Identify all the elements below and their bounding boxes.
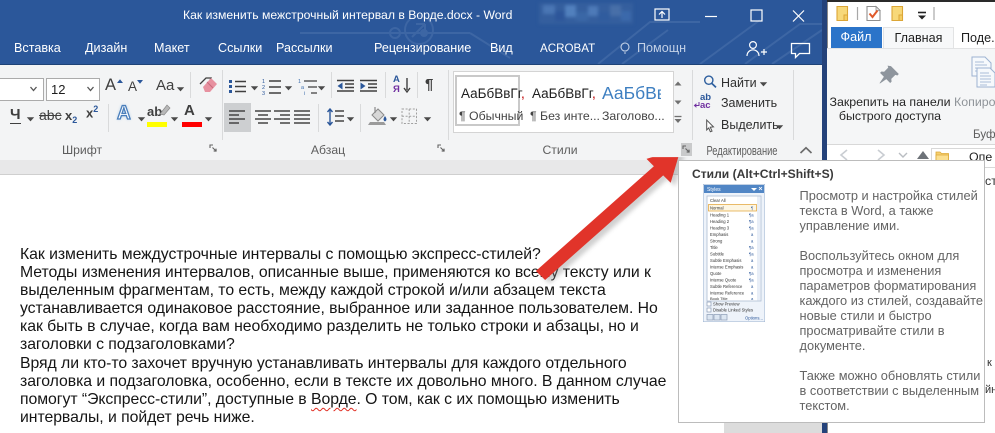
svg-text:Styles: Styles (707, 187, 721, 193)
svg-text:Disable Linked Styles: Disable Linked Styles (713, 308, 753, 313)
svg-text:Intense Quote: Intense Quote (710, 278, 737, 283)
svg-text:Heading 3: Heading 3 (710, 226, 730, 231)
svg-text:Subtle Reference: Subtle Reference (710, 284, 743, 289)
svg-text:Strong: Strong (710, 239, 723, 244)
svg-text:Title: Title (710, 245, 718, 250)
svg-text:¶a: ¶a (749, 213, 754, 218)
svg-text:¶a: ¶a (749, 252, 754, 257)
svg-text:Subtitle: Subtitle (710, 252, 725, 257)
svg-text:¶a: ¶a (749, 226, 754, 231)
svg-text:3: 3 (262, 91, 265, 95)
svg-text:Show Preview: Show Preview (713, 302, 741, 307)
svg-text:Intense Reference: Intense Reference (710, 291, 745, 296)
svg-text:Normal: Normal (710, 206, 724, 211)
svg-text:Clear All: Clear All (710, 198, 726, 203)
svg-text:¶a: ¶a (749, 219, 754, 224)
svg-text:Options...: Options... (745, 316, 763, 321)
svg-text:¶a: ¶a (749, 271, 754, 276)
svg-text:Quote: Quote (710, 271, 722, 276)
svg-text:Emphasis: Emphasis (710, 232, 728, 237)
svg-text:¶a: ¶a (749, 245, 754, 250)
svg-text:Heading 2: Heading 2 (710, 219, 730, 224)
svg-text:Intense Emphasis: Intense Emphasis (710, 265, 743, 270)
svg-text:i: i (304, 91, 305, 95)
svg-text:¶a: ¶a (749, 278, 754, 283)
svg-text:Heading 1: Heading 1 (710, 213, 730, 218)
svg-text:Book Title: Book Title (710, 296, 728, 301)
svg-text:Subtle Emphasis: Subtle Emphasis (710, 258, 741, 263)
